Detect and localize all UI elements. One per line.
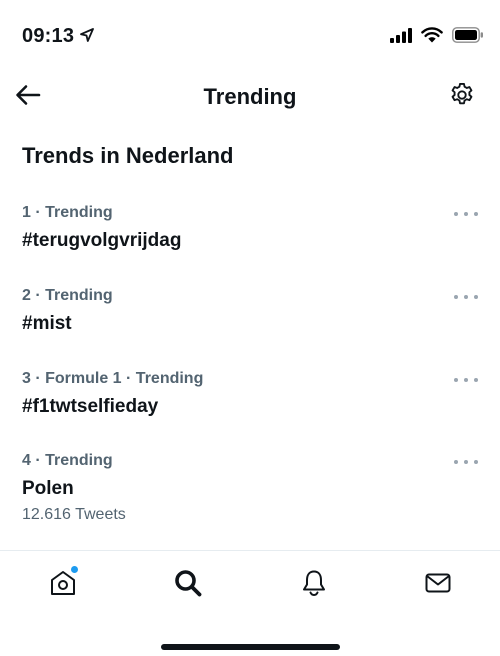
home-indicator[interactable] <box>161 644 340 650</box>
trend-item[interactable]: 2 · Trending #mist <box>0 287 500 369</box>
trend-item[interactable]: 1 · Trending #terugvolgvrijdag <box>0 204 500 286</box>
status-time: 09:13 <box>22 25 75 47</box>
tab-notifications[interactable] <box>296 567 332 603</box>
tweet-count: 12.616 Tweets <box>22 506 126 523</box>
more-options-button[interactable] <box>454 291 478 303</box>
page-title: Trending <box>203 84 297 109</box>
top-header: Trending <box>0 70 500 124</box>
trend-meta: 1 · Trending <box>22 204 113 221</box>
status-bar: 09:13 <box>0 0 500 70</box>
bell-icon <box>299 568 329 603</box>
tab-messages[interactable] <box>420 567 456 603</box>
tab-search[interactable] <box>170 567 206 603</box>
trend-item[interactable]: 3 · Formule 1 · Trending #f1twtselfieday <box>0 370 500 452</box>
more-dots-icon <box>454 378 458 382</box>
trend-name: Polen <box>22 478 74 499</box>
notification-badge <box>71 566 78 573</box>
tab-home[interactable] <box>45 566 81 603</box>
gear-icon <box>448 81 476 114</box>
settings-button[interactable] <box>446 82 478 112</box>
search-icon <box>173 568 203 603</box>
trend-name: #mist <box>22 313 72 334</box>
more-dots-icon <box>454 460 458 464</box>
trend-name: #terugvolgvrijdag <box>22 230 182 251</box>
more-options-button[interactable] <box>454 456 478 468</box>
more-dots-icon <box>454 295 458 299</box>
more-dots-icon <box>454 212 458 216</box>
battery-icon <box>452 27 484 48</box>
wifi-icon <box>421 27 443 48</box>
signal-icon <box>390 27 412 48</box>
bottom-tab-bar <box>0 550 500 617</box>
trend-meta: 4 · Trending <box>22 452 113 469</box>
status-icons <box>390 27 484 48</box>
trend-meta: 2 · Trending <box>22 287 113 304</box>
more-options-button[interactable] <box>454 208 478 220</box>
section-title: Trends in Nederland <box>22 143 234 168</box>
trend-name: #f1twtselfieday <box>22 396 159 417</box>
trend-meta: 3 · Formule 1 · Trending <box>22 370 204 387</box>
trend-item[interactable]: 4 · Trending Polen 12.616 Tweets <box>0 452 500 534</box>
more-options-button[interactable] <box>454 374 478 386</box>
location-arrow-icon <box>80 28 94 47</box>
mail-icon <box>423 568 453 603</box>
